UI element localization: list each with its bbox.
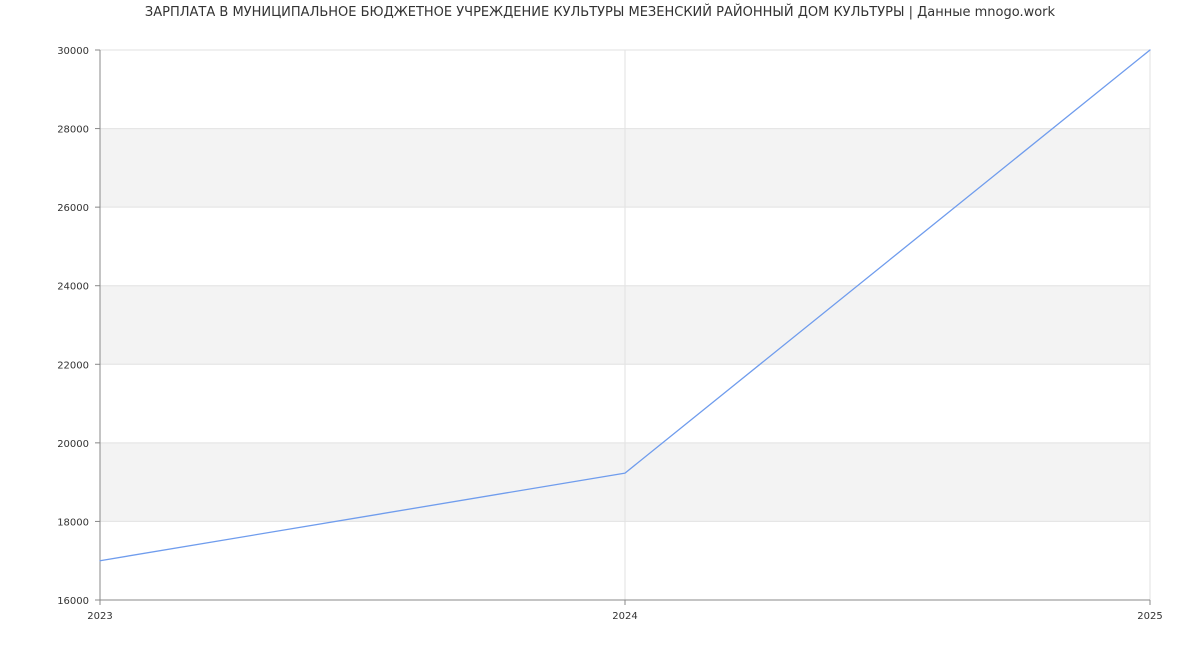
line-chart: 16000 18000 20000 22000 24000 26000 28000 30000…: [57, 46, 1163, 622]
x-axis-ticks: 2023 2024 2025: [87, 600, 1163, 622]
y-tick-label: 20000: [57, 439, 89, 450]
y-tick-label: 28000: [57, 125, 89, 136]
y-tick-label: 24000: [57, 282, 89, 293]
y-tick-label: 18000: [57, 517, 89, 528]
y-tick-label: 30000: [57, 46, 89, 57]
x-tick-label: 2024: [612, 611, 637, 622]
x-tick-label: 2025: [1137, 611, 1162, 622]
y-tick-label: 26000: [57, 203, 89, 214]
x-tick-label: 2023: [87, 611, 112, 622]
y-axis-ticks: 16000 18000 20000 22000 24000 26000 28000 30000: [57, 46, 100, 607]
y-tick-label: 22000: [57, 360, 89, 371]
y-tick-label: 16000: [57, 596, 89, 607]
